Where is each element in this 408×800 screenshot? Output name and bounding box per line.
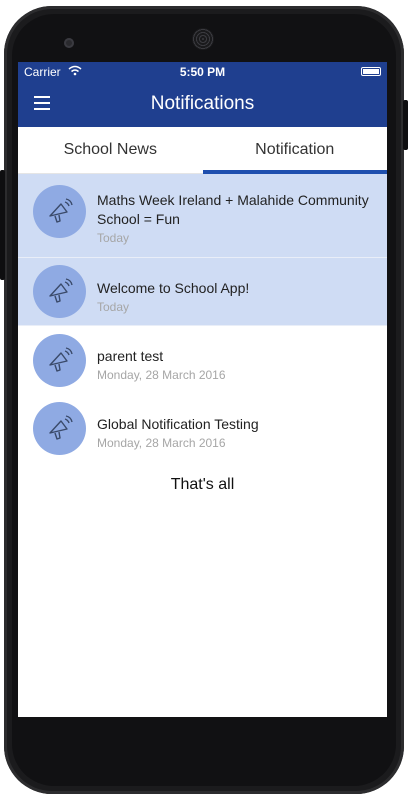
notification-title: Global Notification Testing bbox=[97, 416, 259, 432]
status-bar: Carrier 5:50 PM bbox=[18, 62, 387, 82]
tab-notification[interactable]: Notification bbox=[202, 127, 388, 174]
notification-item[interactable]: parent test Monday, 28 March 2016 bbox=[18, 326, 387, 394]
notification-date: Monday, 28 March 2016 bbox=[97, 436, 226, 450]
megaphone-icon bbox=[33, 265, 86, 318]
tab-bar: School News Notification bbox=[18, 127, 387, 174]
notification-date: Monday, 28 March 2016 bbox=[97, 368, 226, 382]
front-camera bbox=[64, 38, 74, 48]
notification-item[interactable]: Maths Week Ireland + Malahide Community … bbox=[18, 174, 387, 258]
notification-title: Welcome to School App! bbox=[97, 280, 250, 296]
earpiece-speaker bbox=[192, 28, 214, 50]
notification-item[interactable]: Welcome to School App! Today bbox=[18, 258, 387, 326]
notification-title: Maths Week Ireland + Malahide Community … bbox=[97, 192, 369, 227]
megaphone-icon bbox=[33, 402, 86, 455]
notification-item[interactable]: Global Notification Testing Monday, 28 M… bbox=[18, 394, 387, 462]
notification-title: parent test bbox=[97, 348, 164, 364]
app-screen: Carrier 5:50 PM Notifications School New… bbox=[18, 62, 387, 717]
battery-icon bbox=[361, 67, 381, 76]
notification-list: Maths Week Ireland + Malahide Community … bbox=[18, 174, 387, 462]
status-time: 5:50 PM bbox=[179, 65, 226, 79]
phone-volume-button bbox=[0, 170, 5, 280]
notification-date: Today bbox=[97, 231, 130, 245]
nav-bar: Notifications bbox=[18, 82, 387, 127]
phone-power-button bbox=[403, 100, 408, 150]
notification-date: Today bbox=[97, 300, 130, 314]
megaphone-icon bbox=[33, 334, 86, 387]
end-of-list-label: That's all bbox=[170, 476, 235, 493]
tab-school-news[interactable]: School News bbox=[18, 127, 203, 173]
megaphone-icon bbox=[33, 185, 86, 238]
page-title: Notifications bbox=[150, 93, 255, 114]
